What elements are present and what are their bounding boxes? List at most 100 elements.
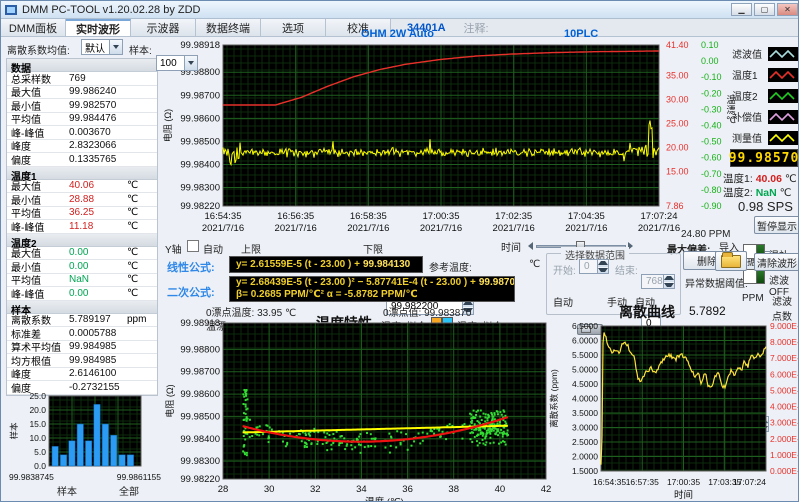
axis-tick-label: 3.0000 [572,423,598,433]
scatter-point [489,433,491,435]
scatter-point [482,435,484,437]
scatter-point [413,440,415,442]
scatter-point [504,421,506,423]
axis-tick-label: 17:04:35 [568,211,605,222]
axis-tick-label: 36 [402,484,413,495]
temp1-value: 40.06 [756,173,782,185]
cv-average-dropdown[interactable]: 默认 [81,39,123,55]
scatter-point [310,443,312,445]
dispersion-curve-chart: 6.50006.00005.50005.00004.50004.00003.50… [549,317,799,502]
sample-dropdown[interactable]: 100 [156,55,198,71]
axis-tick-label: 6.0000 [572,336,598,346]
legend-label: 温度2 [732,88,768,103]
clear-waveform-button[interactable]: 清除波形 [754,253,799,271]
scatter-point [464,423,466,425]
scatter-point [258,434,260,436]
scatter-point [485,413,487,415]
scatter-point [481,419,483,421]
close-icon[interactable]: ✕ [777,3,798,16]
scatter-point [493,442,495,444]
axis-tick-label: 99.98918 [180,318,220,329]
temperature-scatter-chart: 99.9891899.9880099.9870099.9860099.98500… [163,317,551,502]
scatter-point [390,445,392,447]
legend-item[interactable]: 温度1 [732,64,798,85]
axis-tick-label: 99.98600 [180,113,220,124]
axis-tick-label: 15.0 [29,419,46,429]
window-title: DMM PC-TOOL v1.20.02.28 by ZDD [22,4,201,16]
range-start-input[interactable]: 0 [579,259,609,274]
scatter-point [505,423,507,425]
scatter-point [501,414,503,416]
stats-cell: 99.986240 [69,86,127,97]
chevron-down-icon[interactable] [109,40,122,54]
scatter-point [473,429,475,431]
resistance-readout: 99.98570 [730,149,798,167]
legend-item[interactable]: 测量值 [732,127,798,148]
scatter-point [470,417,472,419]
import-folder-button[interactable] [715,251,747,271]
scatter-point [499,432,501,434]
filter-toggle[interactable] [743,269,765,284]
scatter-point [333,438,335,440]
axis-tick-label: 99.9861155 [117,472,162,482]
axis-tick-label: -0.70 [701,169,722,179]
minimize-icon[interactable]: ▁ [731,3,752,16]
scatter-point [338,444,340,446]
title-bar: DMM PC-TOOL v1.20.02.28 by ZDD ▁ ▢ ✕ [1,1,799,19]
stats-cell: 99.984985 [69,341,127,352]
axis-tick-label: 0.10 [701,40,719,50]
auto1-label: 自动 [553,294,573,309]
stats-cell: 0.0005788 [69,328,127,339]
stats-cell: 36.25 [69,207,127,218]
scatter-y-axis-label: 电阻 (Ω) [164,384,175,417]
spinner-icon[interactable] [597,260,608,273]
pause-display-button[interactable]: 暂停显示 [754,216,799,234]
scatter-point [497,434,499,436]
axis-tick-label: 6.000E-2 [770,369,799,379]
spinner-icon[interactable] [663,275,674,288]
scatter-point [286,443,288,445]
scatter-point [472,417,474,419]
legend-item[interactable]: 温度2 [732,85,798,106]
histogram-bar [111,435,117,466]
maximize-icon[interactable]: ▢ [754,3,775,16]
y-axis-auto-checkbox[interactable] [187,240,199,252]
axis-tick-label: -0.60 [701,153,722,163]
legend-wave-icon [768,131,798,145]
axis-tick-label: 16:58:35 [350,211,387,222]
scatter-point [389,452,391,454]
scatter-point [246,452,248,454]
histogram-bar [60,455,66,466]
tab-1[interactable]: DMM面板 [1,19,66,36]
legend-item[interactable]: 滤波值 [732,43,798,64]
chevron-down-icon[interactable] [184,56,197,70]
trace-legend: 滤波值温度1 温度2 补偿值测量值 [732,43,798,148]
scatter-point [245,395,247,397]
slider-left-icon[interactable] [528,242,533,250]
tab-2[interactable]: 实时波形 [66,19,131,36]
scatter-point [482,432,484,434]
axis-tick-label: 10.0 [29,433,46,443]
scatter-point [419,442,421,444]
stats-cell: 2.6146100 [69,368,127,379]
scatter-point [269,426,271,428]
temp2-unit: ℃ [780,187,792,199]
ref-temp-unit: ℃ [529,259,540,270]
scatter-point [366,432,368,434]
scatter-point [407,449,409,451]
axis-tick-label: 17:00:35 [423,211,460,222]
axis-tick-label: 41.40 [666,40,689,50]
axis-tick-label: 2021/7/16 [493,223,535,233]
axis-tick-label: 99.98300 [180,456,220,467]
axis-tick-label: 32 [310,484,321,495]
scatter-point [306,443,308,445]
scatter-point [480,431,482,433]
range-end-input[interactable]: 768 [641,274,675,289]
scatter-point [262,433,264,435]
scatter-point [474,423,476,425]
quad-formula-label: 二次公式: [167,284,215,300]
legend-item[interactable]: 补偿值 [732,106,798,127]
scatter-point [495,433,497,435]
stats-cell: 0.00 [69,261,127,272]
scatter-point [485,444,487,446]
